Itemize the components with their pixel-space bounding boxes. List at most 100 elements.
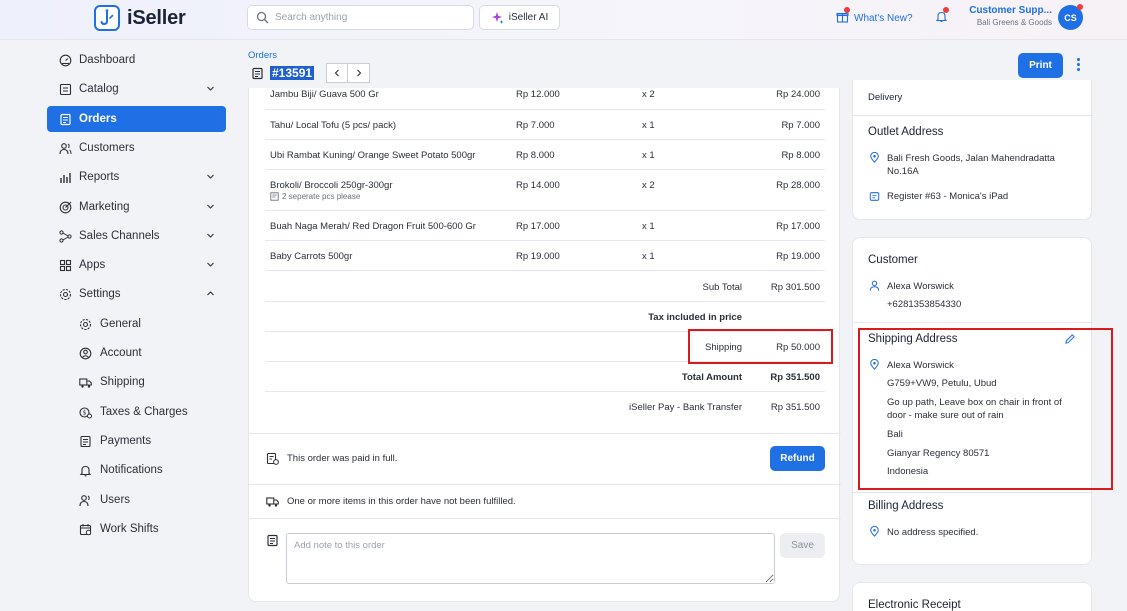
iseller-ai-button[interactable]: iSeller AI	[479, 5, 560, 30]
users-icon	[79, 494, 90, 506]
subtotal-row: Sub Total Rp 301.500	[265, 272, 825, 302]
person-icon	[869, 280, 880, 291]
more-options-icon[interactable]	[1077, 58, 1080, 71]
settings-item-label: Work Shifts	[100, 523, 159, 535]
customer-title: Customer	[868, 254, 918, 266]
refund-button[interactable]: Refund	[770, 446, 825, 471]
settings-item-payments[interactable]: Payments	[79, 430, 151, 452]
divider	[249, 518, 841, 519]
subtotal-label: Sub Total	[702, 282, 742, 293]
taxes-icon: $	[79, 406, 92, 418]
notifications-button[interactable]	[935, 7, 949, 26]
save-note-button[interactable]: Save	[780, 533, 825, 558]
sidebar-item-customers[interactable]: Customers	[47, 135, 226, 161]
order-note-input[interactable]	[286, 533, 775, 584]
breadcrumb[interactable]: Orders	[248, 50, 277, 61]
settings-item-work-shifts[interactable]: Work Shifts	[79, 518, 159, 540]
note-icon	[267, 534, 278, 547]
search-box[interactable]	[247, 5, 474, 30]
item-name: Buah Naga Merah/ Red Dragon Fruit 500-60…	[270, 221, 476, 232]
avatar[interactable]: CS	[1058, 4, 1083, 30]
item-total: Rp 8.000	[781, 150, 820, 161]
user-menu[interactable]: Customer Supp... Bali Greens & Goods	[966, 5, 1052, 27]
line-item: Ubi Rambat Kuning/ Orange Sweet Potato 5…	[265, 140, 825, 170]
user-name: Customer Supp...	[969, 5, 1052, 16]
billing-address-title: Billing Address	[868, 500, 944, 512]
sidebar-item-marketing[interactable]: Marketing	[47, 194, 226, 220]
svg-text:$: $	[83, 409, 87, 416]
sidebar-item-label: Marketing	[79, 201, 130, 213]
sidebar-item-label: Customers	[79, 142, 135, 154]
fulfillment-status: One or more items in this order have not…	[266, 495, 516, 508]
item-price: Rp 17.000	[516, 221, 560, 232]
item-price: Rp 14.000	[516, 180, 560, 191]
search-input[interactable]	[275, 12, 465, 23]
outlet-address-title: Outlet Address	[868, 126, 944, 138]
sidebar-item-label: Catalog	[79, 83, 119, 95]
divider	[853, 492, 1093, 493]
item-name: Jambu Biji/ Guava 500 Gr	[270, 89, 379, 100]
brand-logo[interactable]: iSeller	[94, 5, 186, 31]
print-button[interactable]: Print	[1018, 53, 1063, 78]
shipping-highlight-box	[688, 329, 833, 364]
settings-item-label: Users	[100, 494, 131, 506]
avatar-initials: CS	[1064, 12, 1077, 23]
shipping-address-highlight-box	[858, 328, 1113, 490]
shipping-icon	[79, 377, 92, 388]
settings-item-shipping[interactable]: Shipping	[79, 371, 145, 393]
subtotal-value: Rp 301.500	[770, 282, 820, 293]
page-title: #13591	[270, 66, 315, 80]
settings-item-taxes[interactable]: $ Taxes & Charges	[79, 401, 188, 423]
divider	[853, 322, 1093, 323]
top-bar: iSeller iSeller AI What's New? Customer …	[0, 0, 1127, 40]
sidebar-item-settings[interactable]: Settings	[47, 281, 226, 307]
item-qty: x 2	[642, 180, 655, 191]
total-label: Total Amount	[681, 372, 742, 383]
sidebar-item-sales-channels[interactable]: Sales Channels	[47, 223, 226, 249]
sidebar-item-apps[interactable]: Apps	[47, 252, 226, 278]
line-item: Jambu Biji/ Guava 500 Gr Rp 12.000 x 2 R…	[265, 88, 825, 110]
previous-order-button[interactable]	[326, 63, 349, 83]
item-qty: x 1	[642, 221, 655, 232]
item-total: Rp 19.000	[776, 251, 820, 262]
sidebar-item-dashboard[interactable]: Dashboard	[47, 47, 226, 73]
settings-item-label: Notifications	[100, 464, 163, 476]
sales-channels-icon	[59, 229, 72, 243]
settings-item-account[interactable]: Account	[79, 342, 142, 364]
marketing-icon	[59, 201, 72, 213]
payment-label: iSeller Pay - Bank Transfer	[629, 402, 742, 413]
unfulfilled-text: One or more items in this order have not…	[287, 496, 516, 507]
chevron-down-icon	[207, 233, 214, 238]
sidebar-item-reports[interactable]: Reports	[47, 164, 226, 190]
customer-phone: +6281353854330	[887, 299, 962, 310]
payment-status: This order was paid in full.	[266, 452, 397, 465]
next-order-button[interactable]	[348, 63, 371, 83]
customer-name[interactable]: Alexa Worswick	[887, 280, 1077, 293]
settings-item-users[interactable]: Users	[79, 489, 130, 511]
sidebar-item-orders[interactable]: Orders	[47, 106, 226, 132]
chevron-down-icon	[207, 174, 214, 179]
settings-item-label: General	[100, 318, 141, 330]
whats-new-dot	[844, 7, 850, 13]
chevron-right-icon	[356, 69, 361, 77]
item-price: Rp 12.000	[516, 89, 560, 100]
tax-row: Tax included in price	[265, 302, 825, 332]
item-qty: x 1	[642, 150, 655, 161]
sidebar-item-label: Reports	[79, 171, 120, 183]
search-icon	[256, 11, 269, 24]
settings-item-label: Payments	[100, 435, 152, 447]
reports-icon	[60, 172, 71, 183]
whats-new-link[interactable]: What's New?	[836, 7, 913, 26]
sidebar-item-label: Orders	[79, 113, 117, 125]
payment-value: Rp 351.500	[770, 402, 820, 413]
payment-row: iSeller Pay - Bank Transfer Rp 351.500	[265, 392, 825, 422]
settings-item-general[interactable]: General	[79, 313, 141, 335]
work-shifts-icon	[79, 523, 92, 535]
settings-item-notifications[interactable]: Notifications	[79, 459, 163, 481]
line-item: Brokoli/ Broccoli 250gr-300gr 2 seperate…	[265, 170, 825, 211]
ai-label: iSeller AI	[508, 12, 549, 23]
sidebar-item-catalog[interactable]: Catalog	[47, 76, 226, 102]
delivery-truck-icon	[266, 497, 279, 507]
delivery-method: Delivery	[868, 92, 903, 103]
sidebar-item-label: Dashboard	[79, 54, 136, 66]
